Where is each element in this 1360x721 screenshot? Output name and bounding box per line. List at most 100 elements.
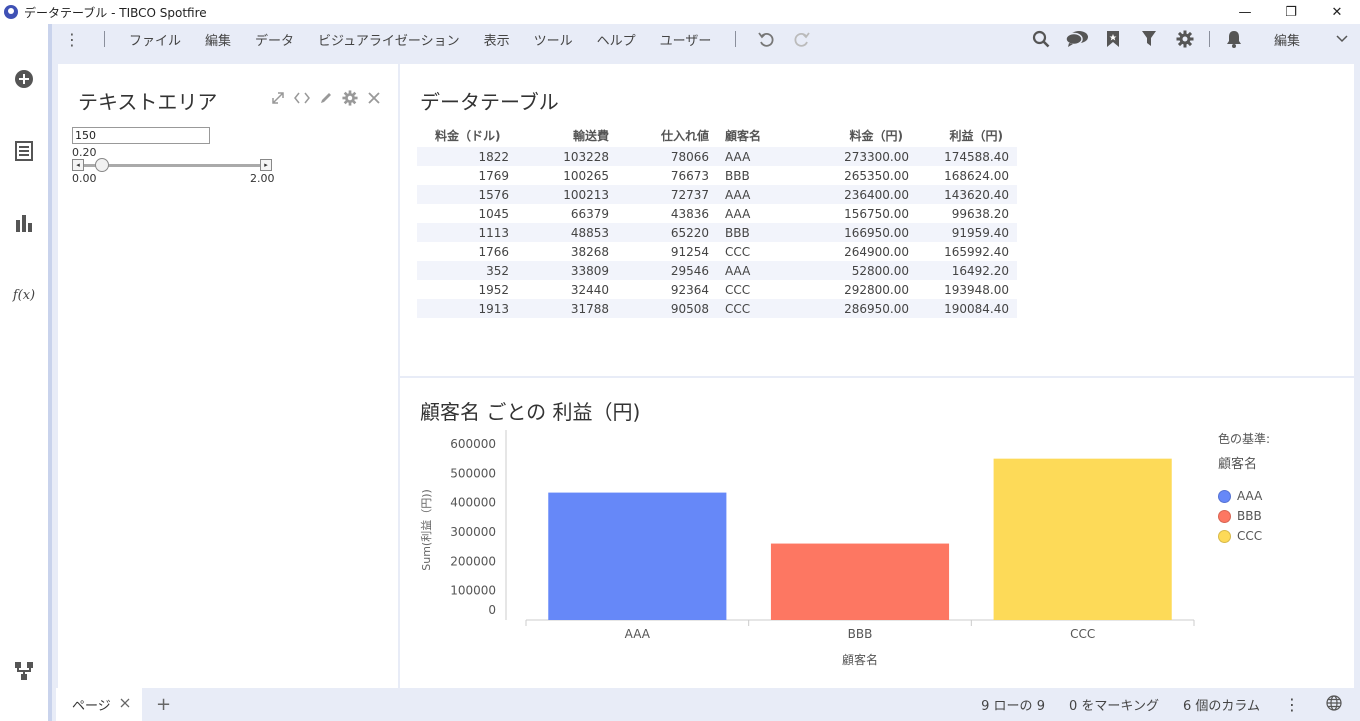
table-cell: 78066 bbox=[617, 147, 717, 166]
slider-current-value: 0.20 bbox=[72, 146, 97, 159]
table-cell: 65220 bbox=[617, 223, 717, 242]
function-icon[interactable]: f(x) bbox=[12, 283, 36, 307]
table-cell: 190084.40 bbox=[917, 299, 1017, 318]
legend-item[interactable]: AAA bbox=[1218, 486, 1270, 506]
panel-settings-icon[interactable] bbox=[342, 90, 358, 106]
page-tab[interactable]: ページ bbox=[56, 688, 142, 721]
y-tick-label: 600000 bbox=[450, 437, 496, 451]
add-data-icon[interactable] bbox=[12, 67, 36, 91]
table-cell: 1045 bbox=[478, 206, 509, 221]
slider-track[interactable] bbox=[84, 164, 260, 167]
table-cell: BBB bbox=[717, 223, 817, 242]
y-tick-label: 300000 bbox=[450, 525, 496, 539]
y-tick-label: 400000 bbox=[450, 496, 496, 510]
legend-item[interactable]: CCC bbox=[1218, 526, 1270, 546]
bookmark-icon[interactable] bbox=[1095, 24, 1131, 54]
bar[interactable] bbox=[993, 458, 1172, 620]
redo-icon[interactable] bbox=[784, 24, 820, 54]
table-row[interactable]: 1822 103228 78066 AAA 273300.00 174588.40 bbox=[417, 147, 1017, 166]
close-window-button[interactable]: ✕ bbox=[1314, 0, 1360, 24]
column-header[interactable]: 利益（円) bbox=[917, 124, 1017, 147]
bar[interactable] bbox=[770, 543, 950, 620]
close-panel-icon[interactable] bbox=[366, 90, 382, 106]
menu-tools[interactable]: ツール bbox=[522, 30, 585, 49]
table-cell: 72737 bbox=[617, 185, 717, 204]
bar-chart[interactable]: 0 100000 200000 300000 400000 500000 600000 AAA… bbox=[400, 378, 1210, 678]
table-row[interactable]: 1113 48853 65220 BBB 166950.00 91959.40 bbox=[417, 223, 1017, 242]
menu-data[interactable]: データ bbox=[243, 30, 306, 49]
add-page-button[interactable]: + bbox=[156, 688, 171, 721]
slider-thumb[interactable] bbox=[94, 158, 109, 172]
column-header[interactable]: 料金（ドル) bbox=[417, 124, 517, 147]
column-count[interactable]: 6 個のカラム bbox=[1183, 695, 1260, 714]
files-and-data-icon[interactable] bbox=[12, 139, 36, 163]
authoring-mode-select[interactable]: 編集 bbox=[1260, 28, 1356, 50]
bar[interactable] bbox=[548, 492, 727, 620]
row-count[interactable]: 9 ローの 9 bbox=[981, 695, 1045, 714]
settings-gear-icon[interactable] bbox=[1167, 24, 1203, 54]
menu-edit[interactable]: 編集 bbox=[193, 30, 243, 49]
data-table-panel: データテーブル 料金（ドル) 輸送費 仕入れ値 顧客名 料金（円) 利益（円) … bbox=[400, 64, 1354, 376]
close-page-icon[interactable] bbox=[120, 697, 130, 712]
notifications-bell-icon[interactable] bbox=[1216, 24, 1252, 54]
property-input[interactable]: 150 bbox=[72, 127, 210, 144]
table-cell: 273300.00 bbox=[817, 147, 917, 166]
undo-icon[interactable] bbox=[748, 24, 784, 54]
menu-file[interactable]: ファイル bbox=[117, 30, 193, 49]
minimize-button[interactable]: — bbox=[1222, 0, 1268, 24]
marked-count[interactable]: 0 をマーキング bbox=[1069, 695, 1159, 714]
column-header[interactable]: 輸送費 bbox=[517, 124, 617, 147]
maximize-icon[interactable] bbox=[270, 90, 286, 106]
table-row[interactable]: 1913 31788 90508 CCC 286950.00 190084.40 bbox=[417, 299, 1017, 318]
menu-visualization[interactable]: ビジュアライゼーション bbox=[306, 30, 472, 49]
data-canvas-icon[interactable] bbox=[12, 659, 36, 683]
table-cell: 352 bbox=[417, 261, 517, 280]
menu-user[interactable]: ユーザー bbox=[648, 30, 724, 49]
table-cell: 193948.00 bbox=[944, 282, 1009, 297]
table-row[interactable]: 1766 38268 91254 CCC 264900.00 165992.40 bbox=[417, 242, 1017, 261]
table-row[interactable]: 1576 100213 72737 AAA 236400.00 143620.40 bbox=[417, 185, 1017, 204]
slider-right-arrow-icon[interactable]: ▸ bbox=[260, 159, 272, 171]
spotfire-logo-icon bbox=[4, 5, 18, 19]
search-icon[interactable] bbox=[1023, 24, 1059, 54]
collaboration-icon[interactable] bbox=[1059, 24, 1095, 54]
menu-separator bbox=[735, 31, 737, 47]
table-cell: AAA bbox=[725, 206, 751, 221]
legend-item[interactable]: BBB bbox=[1218, 506, 1270, 526]
filter-icon[interactable] bbox=[1131, 24, 1167, 54]
more-menu-icon[interactable]: ⋮ bbox=[52, 30, 92, 49]
column-header[interactable]: 料金（円) bbox=[817, 124, 917, 147]
table-cell: 100265 bbox=[563, 168, 609, 183]
table-row[interactable]: 1952 32440 92364 CCC 292800.00 193948.00 bbox=[417, 280, 1017, 299]
table-row[interactable]: 1769 100265 76673 BBB 265350.00 168624.00 bbox=[417, 166, 1017, 185]
slider-left-arrow-icon[interactable]: ◂ bbox=[72, 159, 84, 171]
menu-view[interactable]: 表示 bbox=[472, 30, 522, 49]
y-tick-label: 0 bbox=[488, 603, 496, 617]
y-tick-label: 200000 bbox=[450, 554, 496, 568]
table-cell: 292800.00 bbox=[844, 282, 909, 297]
window-title: データテーブル - TIBCO Spotfire bbox=[24, 5, 207, 20]
globe-icon[interactable] bbox=[1326, 694, 1342, 715]
table-cell: 76673 bbox=[670, 168, 709, 183]
table-cell: 1766 bbox=[478, 244, 509, 259]
edit-pencil-icon[interactable] bbox=[318, 90, 334, 106]
table-row[interactable]: 352 33809 29546 AAA 52800.00 16492.20 bbox=[417, 261, 1017, 280]
visualization-types-icon[interactable] bbox=[12, 211, 36, 235]
restore-button[interactable]: ❐ bbox=[1268, 0, 1314, 24]
panel-toolbar bbox=[270, 90, 382, 106]
html-edit-icon[interactable] bbox=[294, 90, 310, 106]
table-cell: 143620.40 bbox=[917, 185, 1017, 204]
table-row[interactable]: 1045 66379 43836 AAA 156750.00 99638.20 bbox=[417, 204, 1017, 223]
column-header[interactable]: 仕入れ値 bbox=[617, 124, 717, 147]
legend-field[interactable]: 顧客名 bbox=[1218, 453, 1270, 472]
status-more-icon[interactable]: ⋮ bbox=[1284, 695, 1300, 714]
range-slider[interactable]: ◂ ▸ bbox=[72, 158, 272, 172]
x-tick-label: BBB bbox=[848, 627, 873, 641]
table-cell: 174588.40 bbox=[917, 147, 1017, 166]
menu-help[interactable]: ヘルプ bbox=[585, 30, 648, 49]
bar-chart-panel: 顧客名 ごとの 利益（円) 0 100000 200000 300000 400000 5… bbox=[400, 378, 1354, 688]
column-header[interactable]: 顧客名 bbox=[717, 124, 817, 147]
table-cell: 103228 bbox=[517, 147, 617, 166]
table-cell: 91959.40 bbox=[917, 223, 1017, 242]
slider-min-label: 0.00 bbox=[72, 172, 97, 185]
